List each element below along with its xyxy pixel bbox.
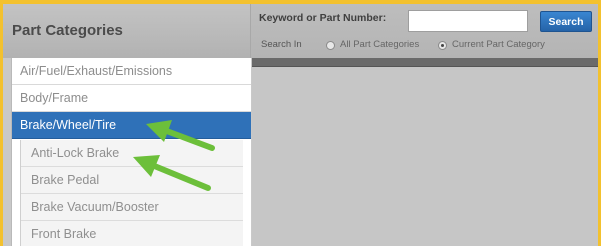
current-part-category-label: Current Part Category bbox=[452, 39, 545, 50]
all-part-categories-label: All Part Categories bbox=[340, 39, 420, 50]
search-in-label: Search In bbox=[261, 39, 302, 50]
subcategory-list: Anti-Lock Brake Brake Pedal Brake Vacuum… bbox=[20, 140, 243, 246]
subcategory-item-brake-pedal[interactable]: Brake Pedal bbox=[21, 167, 243, 194]
search-button[interactable]: Search bbox=[540, 11, 592, 32]
parts-finder: Part Categories Air/Fuel/Exhaust/Emissio… bbox=[3, 4, 598, 246]
all-part-categories-radio[interactable] bbox=[326, 41, 335, 50]
subcategory-item-front-brake[interactable]: Front Brake bbox=[21, 221, 243, 246]
current-part-category-radio[interactable] bbox=[438, 41, 447, 50]
category-panel-header: Part Categories bbox=[3, 4, 251, 58]
results-header-bar bbox=[252, 58, 598, 67]
category-item-brake-wheel-tire[interactable]: Brake/Wheel/Tire bbox=[12, 112, 251, 139]
category-item-air-fuel-exhaust-emissions[interactable]: Air/Fuel/Exhaust/Emissions bbox=[12, 58, 251, 85]
results-area bbox=[252, 67, 598, 246]
category-item-body-frame[interactable]: Body/Frame bbox=[12, 85, 251, 112]
subcategory-item-anti-lock-brake[interactable]: Anti-Lock Brake bbox=[21, 140, 243, 167]
search-bar: Keyword or Part Number: Search Search In… bbox=[251, 4, 598, 58]
category-panel-title: Part Categories bbox=[12, 22, 123, 39]
keyword-label: Keyword or Part Number: bbox=[259, 12, 387, 24]
subcategory-item-brake-vacuum-booster[interactable]: Brake Vacuum/Booster bbox=[21, 194, 243, 221]
keyword-input[interactable] bbox=[408, 10, 528, 32]
